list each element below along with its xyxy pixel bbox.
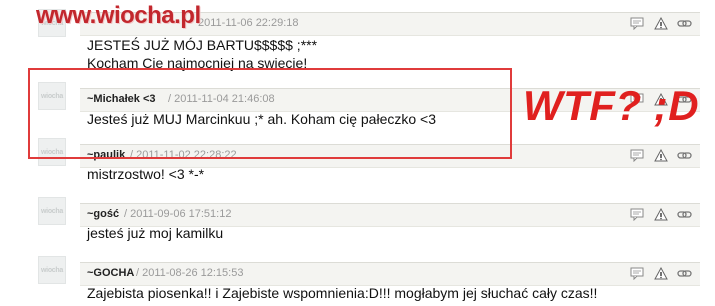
comment-body: mistrzostwo! <3 *-* — [87, 165, 204, 183]
warning-triangle-icon[interactable] — [653, 148, 668, 163]
comment-actions — [629, 207, 692, 222]
warning-triangle-icon[interactable] — [653, 266, 668, 281]
highlight-box — [28, 68, 512, 159]
avatar: wiocha — [38, 197, 66, 225]
comment-date: / 2011-08-26 12:15:53 — [136, 267, 244, 279]
comment-line: JESTEŚ JUŻ MÓJ BARTU$$$$$ ;*** — [87, 37, 318, 53]
comment-line: jesteś już moj kamilku — [87, 225, 224, 241]
comment-date: 2011-11-06 22:29:18 — [198, 17, 299, 29]
comment-line: mistrzostwo! <3 *-* — [87, 166, 205, 182]
comment-header: ~GOCHA / 2011-08-26 12:15:53 — [80, 262, 700, 286]
speech-bubble-icon[interactable] — [629, 207, 644, 222]
speech-bubble-icon[interactable] — [629, 266, 644, 281]
comment-actions — [629, 148, 692, 163]
chain-link-icon[interactable] — [677, 266, 692, 281]
comment-body: JESTEŚ JUŻ MÓJ BARTU$$$$$ ;*** Kocham Ci… — [87, 36, 317, 72]
comment-line: Zajebista piosenka!! i Zajebiste wspomni… — [87, 285, 598, 301]
chain-link-icon[interactable] — [677, 207, 692, 222]
comment-actions — [629, 16, 692, 31]
wiocha-logo: www.wiocha.pl — [36, 2, 201, 29]
comment-author[interactable]: ~gość — [87, 208, 119, 220]
comment-body: jesteś już moj kamilku — [87, 224, 223, 242]
chain-link-icon[interactable] — [677, 16, 692, 31]
warning-triangle-icon[interactable] — [653, 16, 668, 31]
comment-date: / 2011-09-06 17:51:12 — [124, 208, 232, 220]
comment-actions — [629, 266, 692, 281]
comment-body: Zajebista piosenka!! i Zajebiste wspomni… — [87, 284, 597, 302]
wtf-annotation: WTF? ;D — [523, 82, 700, 129]
speech-bubble-icon[interactable] — [629, 148, 644, 163]
comment-author[interactable]: ~GOCHA — [87, 267, 134, 279]
speech-bubble-icon[interactable] — [629, 16, 644, 31]
avatar: wiocha — [38, 256, 66, 284]
chain-link-icon[interactable] — [677, 148, 692, 163]
warning-triangle-icon[interactable] — [653, 207, 668, 222]
